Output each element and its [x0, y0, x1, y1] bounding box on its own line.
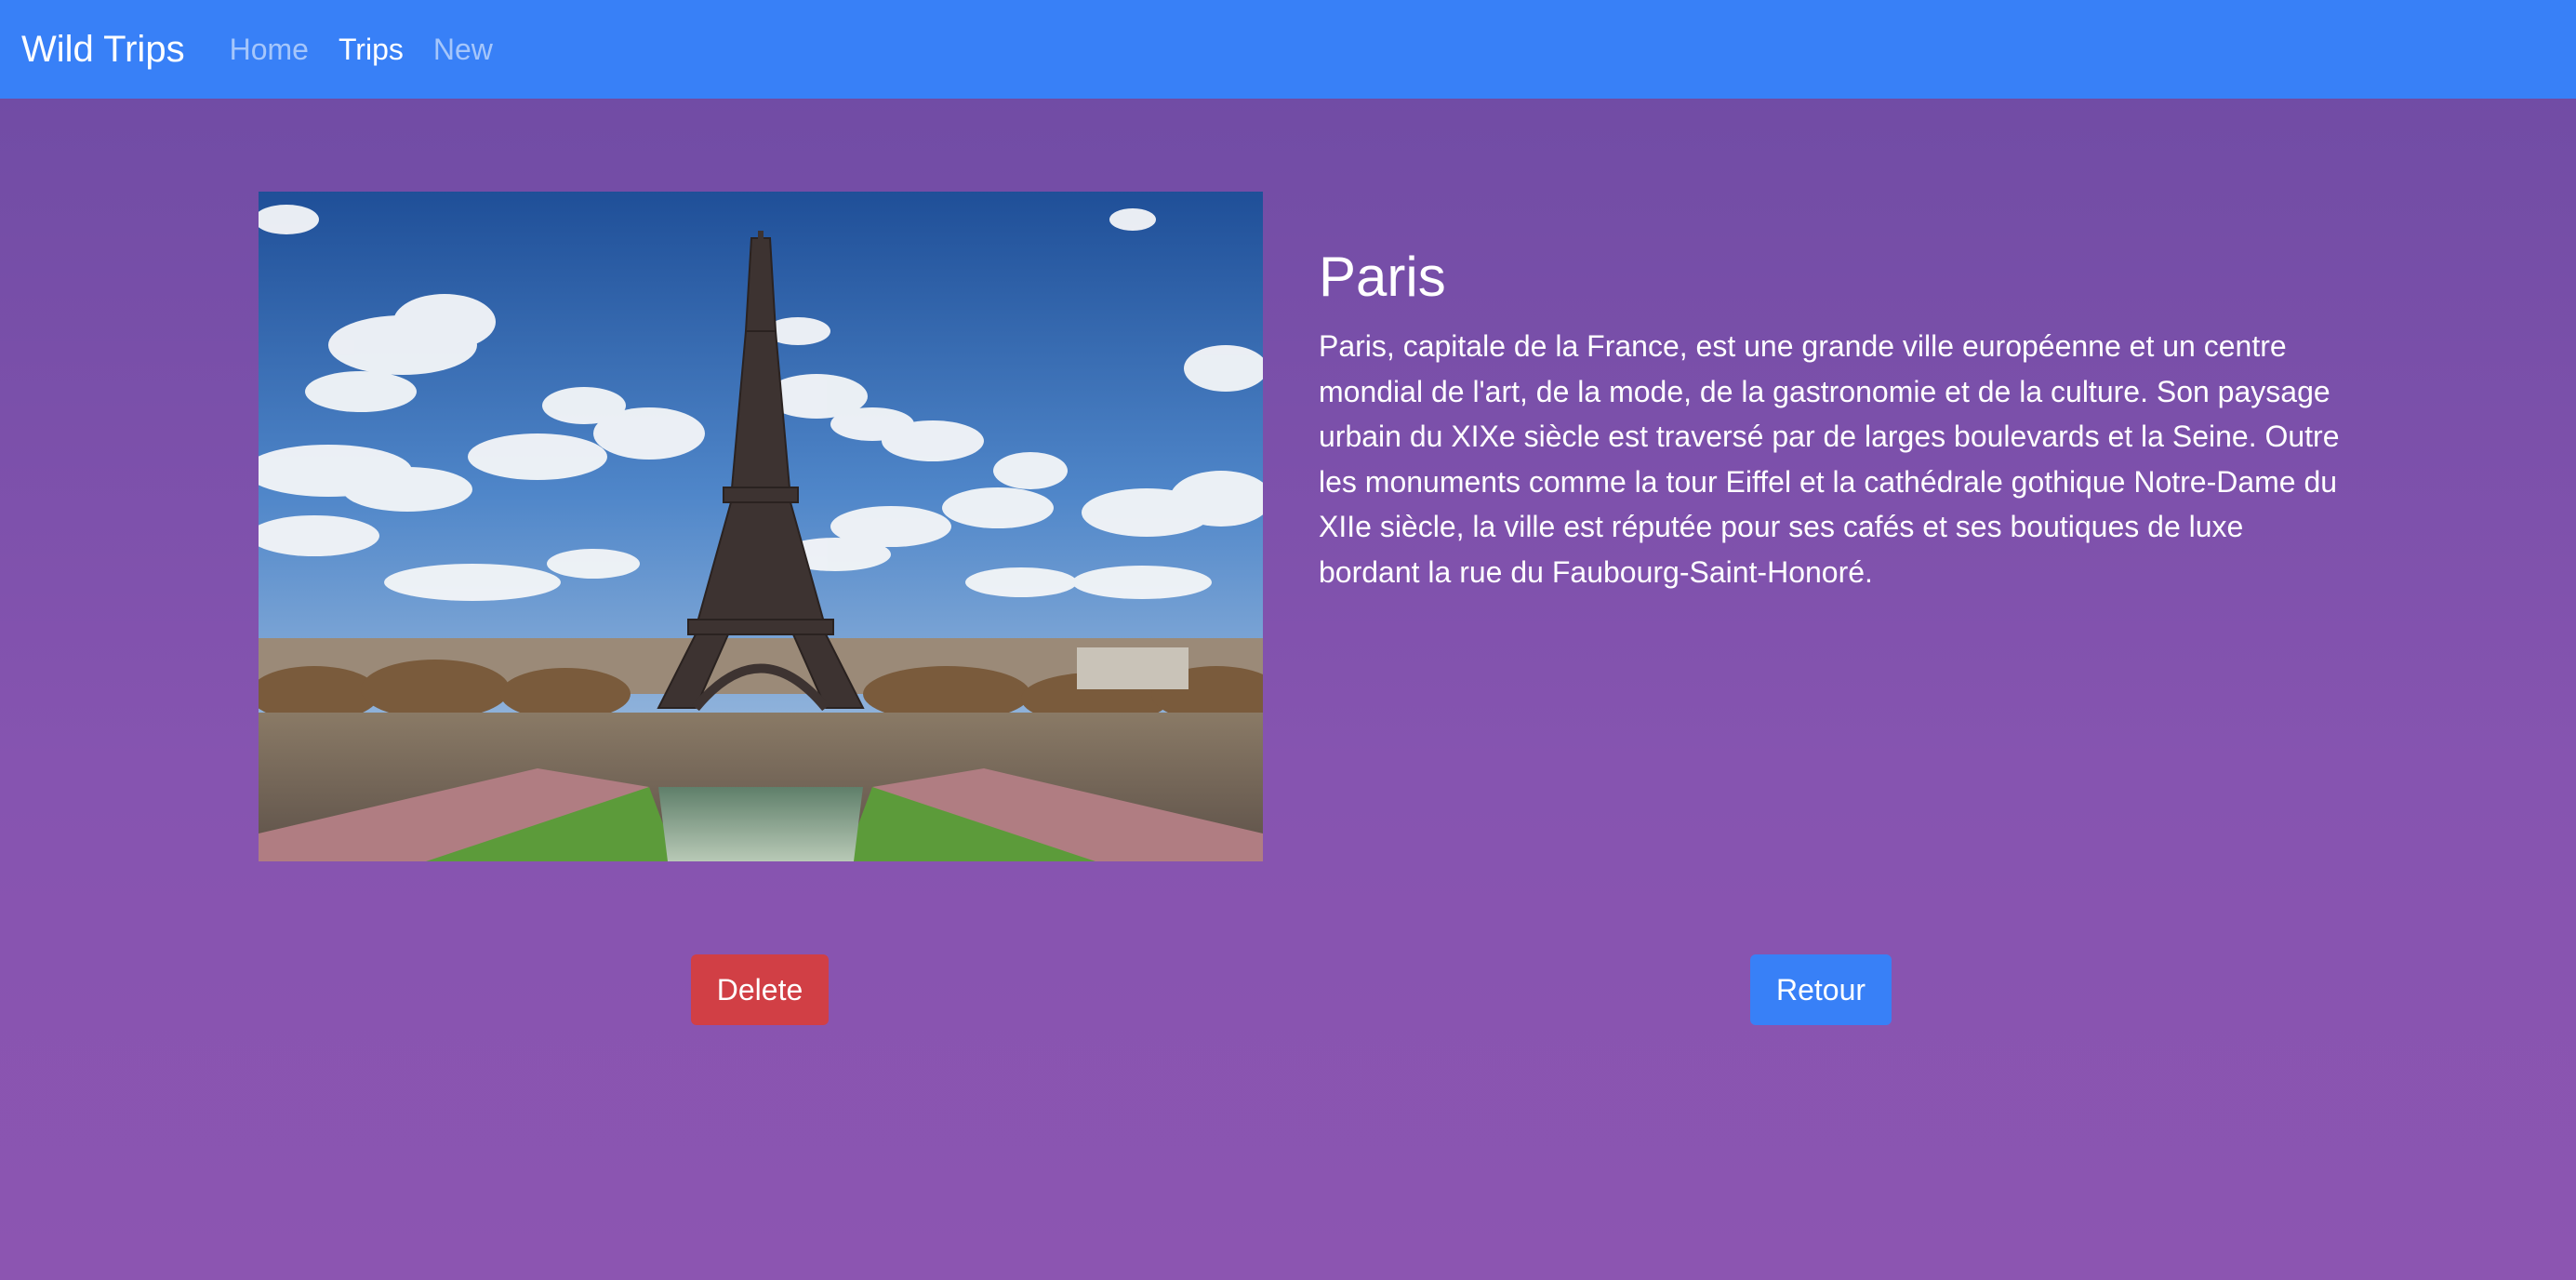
eiffel-tower-photo: [259, 192, 1263, 861]
trip-title: Paris: [1319, 246, 1446, 308]
brand-link[interactable]: Wild Trips: [21, 29, 185, 71]
navbar: Wild Trips Home Trips New: [0, 0, 2576, 99]
trip-description: Paris, capitale de la France, est une gr…: [1319, 329, 2340, 589]
back-button[interactable]: Retour: [1750, 954, 1892, 1025]
delete-button[interactable]: Delete: [691, 954, 829, 1025]
nav-link-new[interactable]: New: [433, 33, 493, 67]
nav-link-trips[interactable]: Trips: [339, 33, 404, 67]
trip-image: [259, 192, 1263, 861]
nav-link-home[interactable]: Home: [230, 33, 309, 67]
